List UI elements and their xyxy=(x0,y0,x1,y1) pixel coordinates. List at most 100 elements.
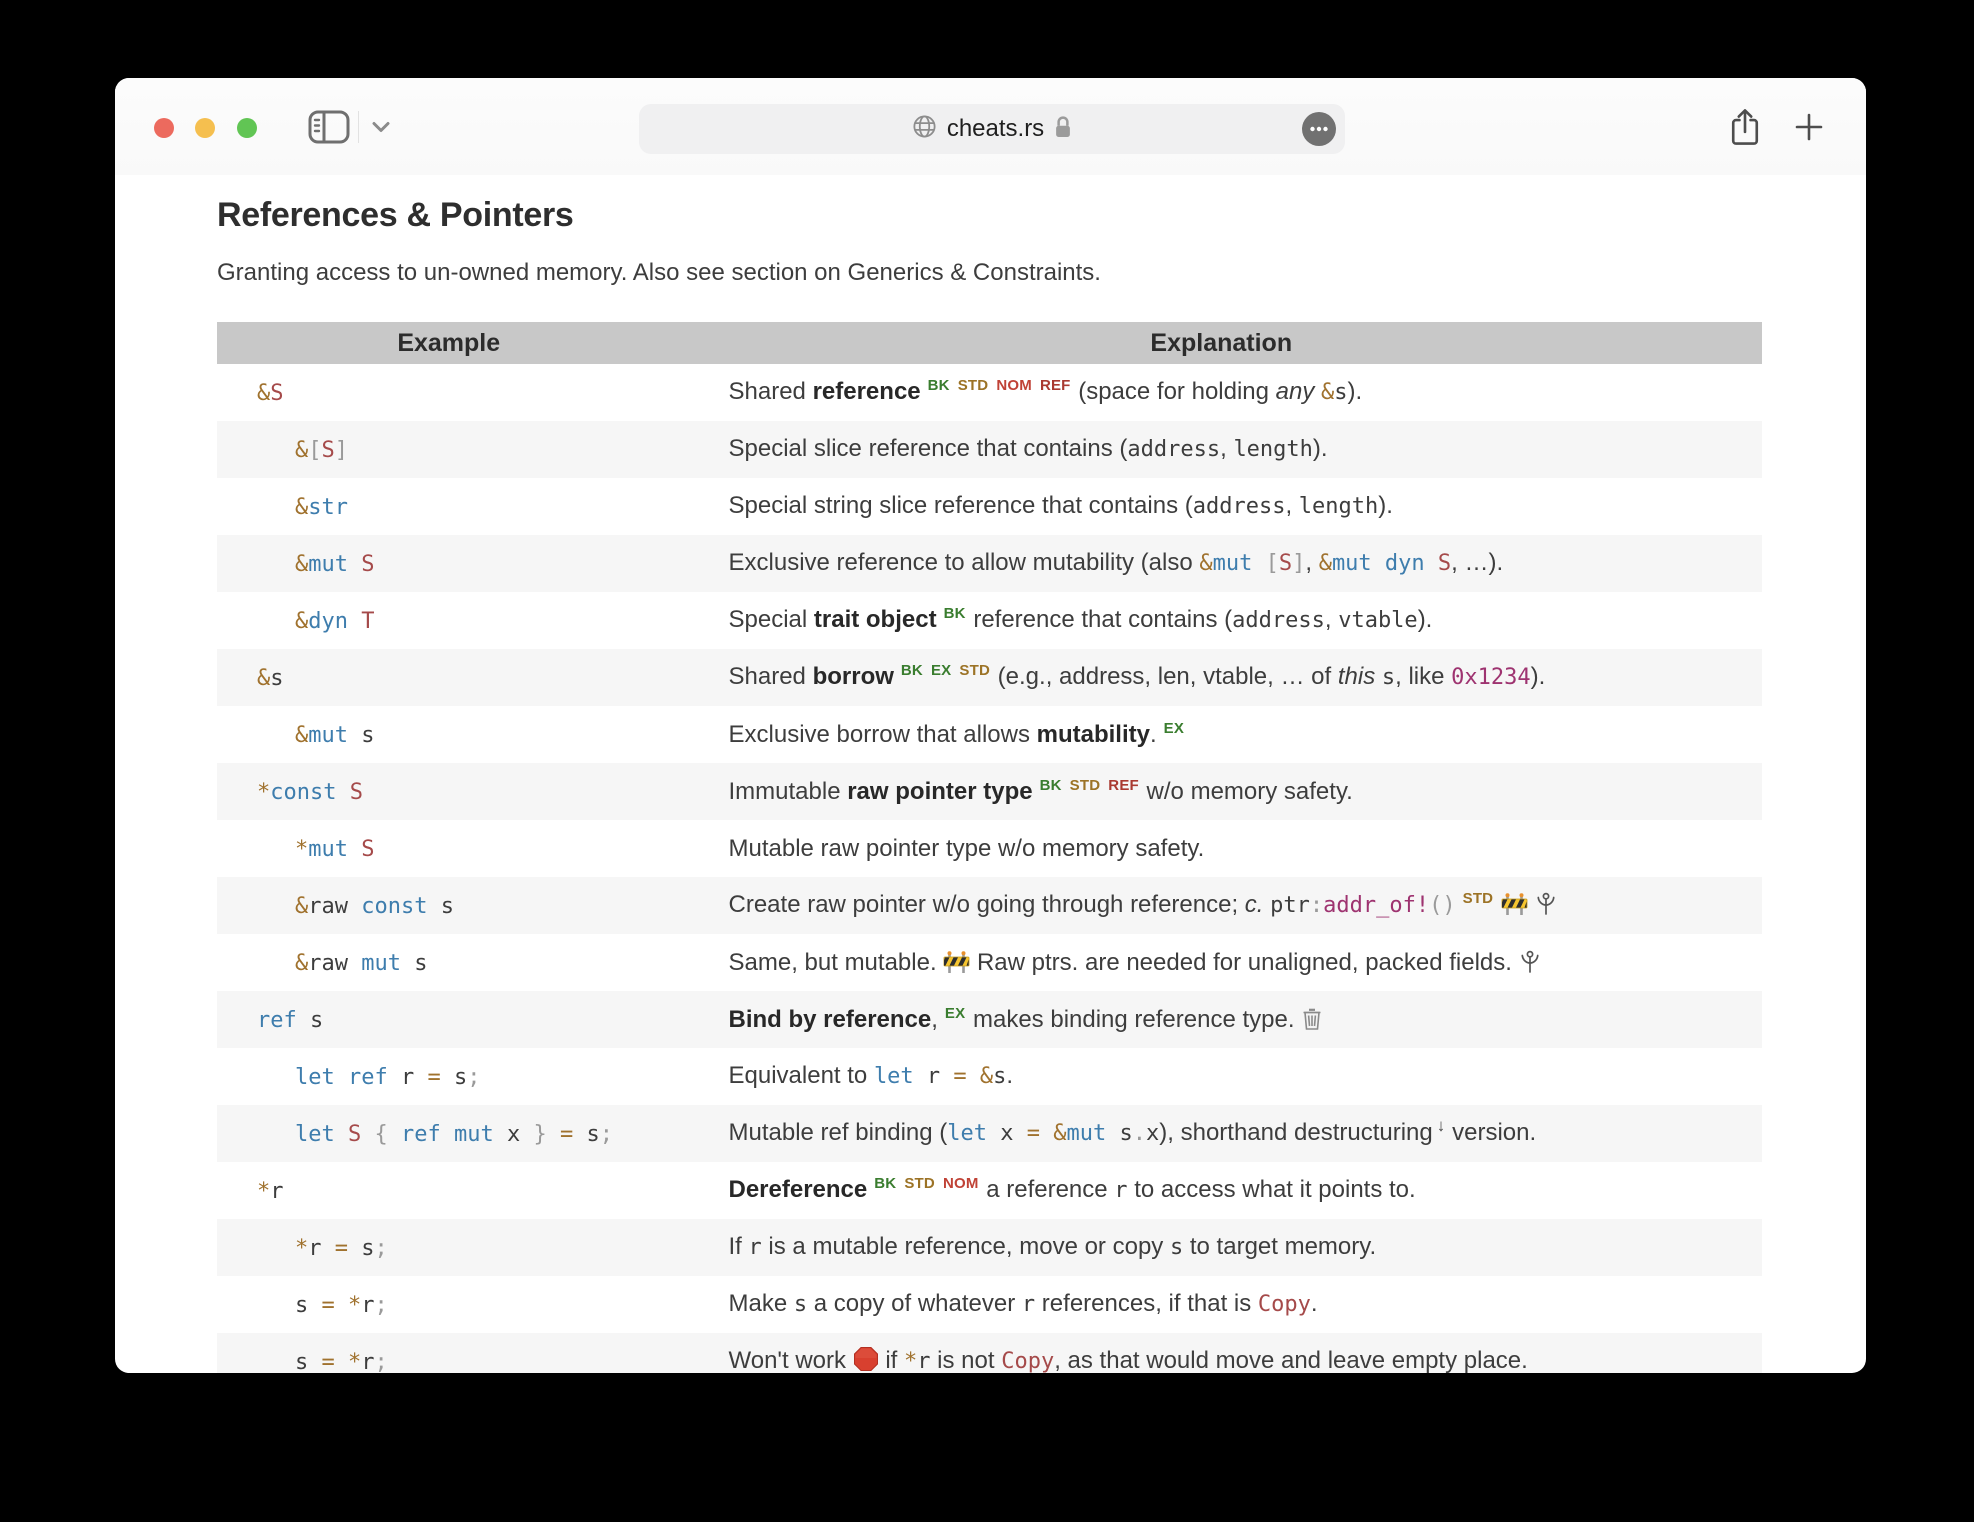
table-row: *r = s; If r is a mutable reference, move… xyxy=(217,1219,1762,1276)
sidebar-icon xyxy=(308,110,350,147)
chevron-down-icon xyxy=(371,121,391,136)
stop-icon xyxy=(853,1346,879,1373)
example-code: s = *r; xyxy=(295,1292,388,1318)
lock-icon xyxy=(1053,114,1073,145)
globe-icon xyxy=(911,113,938,145)
example-code: &mut S xyxy=(217,535,681,592)
browser-toolbar: cheats.rs xyxy=(115,78,1866,175)
table-row: &[S] Special slice reference that contain… xyxy=(217,421,1762,478)
tab-overview-chevron-button[interactable] xyxy=(370,121,392,135)
example-code: &mut s xyxy=(295,722,375,748)
explanation: Shared reference BK STD NOM REF (space for h… xyxy=(728,377,1363,405)
example-code: *r xyxy=(257,1178,284,1204)
column-header-explanation: Explanation xyxy=(680,322,1762,364)
explanation: Shared borrow BK EX STD (e.g., address, len… xyxy=(680,649,1762,706)
ref-link-ex[interactable]: EX xyxy=(931,662,951,679)
explanation: Special trait object BK reference that co… xyxy=(728,605,1433,633)
explanation: Won't work if *r is not Copy, as that wo… xyxy=(680,1333,1762,1373)
ref-link-ref[interactable]: REF xyxy=(1040,377,1071,394)
flower-icon xyxy=(1519,948,1541,978)
table-row: &S Shared reference BK STD NOM REF (space for… xyxy=(217,364,1762,421)
share-icon xyxy=(1727,109,1763,151)
explanation: Special string slice reference that cont… xyxy=(728,492,1393,519)
example-code: let S { ref mut x } = s; xyxy=(217,1105,681,1162)
explanation: Special slice reference that contains (a… xyxy=(680,421,1762,478)
construction-icon xyxy=(943,948,970,978)
table-row: &raw const s Create raw pointer w/o going… xyxy=(217,877,1762,934)
ref-link-bk[interactable]: BK xyxy=(874,1175,896,1192)
sidebar-toggle-button[interactable] xyxy=(308,110,350,144)
construction-icon xyxy=(1501,890,1528,920)
ref-link-bk[interactable]: BK xyxy=(928,377,950,394)
ref-link-std[interactable]: STD xyxy=(1463,890,1494,907)
table-row: let ref r = s; Equivalent to let r = &s. xyxy=(217,1048,1762,1105)
explanation: If r is a mutable reference, move or cop… xyxy=(680,1219,1762,1276)
table-row: &str Special string slice reference that … xyxy=(217,478,1762,535)
table-body: &S Shared reference BK STD NOM REF (space for… xyxy=(217,364,1762,1373)
flower-icon xyxy=(1535,890,1557,920)
table-row: s = *r; Won't work if *r is not Copy, as … xyxy=(217,1333,1762,1373)
explanation: Mutable ref binding (let x = &mut s.x), … xyxy=(680,1105,1762,1162)
table-row: &raw mut s Same, but mutable. Raw ptrs. a… xyxy=(217,934,1762,991)
table-row: &s Shared borrow BK EX STD (e.g., address, l… xyxy=(217,649,1762,706)
ref-link-ex[interactable]: EX xyxy=(945,1005,965,1022)
plus-icon xyxy=(1793,113,1825,146)
example-code: *mut S xyxy=(295,836,375,862)
address-bar[interactable]: cheats.rs xyxy=(639,104,1345,154)
explanation: Immutable raw pointer type BK STD REF w/o m… xyxy=(680,763,1762,820)
ref-link-ref[interactable]: REF xyxy=(1108,777,1139,794)
minimize-window-button[interactable] xyxy=(195,118,215,138)
table-row: *mut S Mutable raw pointer type w/o memor… xyxy=(217,820,1762,877)
ref-link-std[interactable]: STD xyxy=(904,1175,935,1192)
column-header-example: Example xyxy=(217,322,681,364)
table-row: ref s Bind by reference, EX makes binding … xyxy=(217,991,1762,1048)
close-window-button[interactable] xyxy=(154,118,174,138)
ref-link-bk[interactable]: BK xyxy=(944,605,966,622)
url-text: cheats.rs xyxy=(946,115,1045,142)
example-code: &raw mut s xyxy=(295,950,428,976)
example-code: &str xyxy=(295,494,348,520)
table-row: let S { ref mut x } = s; Mutable ref bind… xyxy=(217,1105,1762,1162)
share-button[interactable] xyxy=(1727,106,1763,148)
zoom-window-button[interactable] xyxy=(237,118,257,138)
ref-link-nom[interactable]: NOM xyxy=(943,1175,979,1192)
page-subtitle: Granting access to un-owned memory. Also… xyxy=(217,259,1101,286)
ref-link-nom[interactable]: NOM xyxy=(996,377,1032,394)
ref-link-std[interactable]: STD xyxy=(958,377,989,394)
table-row: &mut s Exclusive borrow that allows mutab… xyxy=(217,706,1762,763)
ref-link-std[interactable]: STD xyxy=(959,662,990,679)
explanation: Create raw pointer w/o going through ref… xyxy=(680,877,1762,934)
table-row: *r Dereference BK STD NOM a reference r to a… xyxy=(217,1162,1762,1219)
example-code: *r = s; xyxy=(217,1219,681,1276)
table-row: s = *r; Make s a copy of whatever r refer… xyxy=(217,1276,1762,1333)
ellipsis-icon xyxy=(1302,112,1336,149)
ref-link-bk[interactable]: BK xyxy=(1040,777,1062,794)
ref-link-bk[interactable]: BK xyxy=(901,662,923,679)
example-code: &s xyxy=(217,649,681,706)
explanation: Mutable raw pointer type w/o memory safe… xyxy=(728,834,1205,862)
example-code: *const S xyxy=(217,763,681,820)
references-pointers-table: Example Explanation &S Shared reference BK… xyxy=(217,322,1762,1373)
example-code: s = *r; xyxy=(217,1333,681,1373)
table-row: *const S Immutable raw pointer type BK STD R… xyxy=(217,763,1762,820)
example-code: let ref r = s; xyxy=(295,1064,481,1090)
explanation: Make s a copy of whatever r references, … xyxy=(728,1290,1318,1317)
table-row: &mut S Exclusive reference to allow mutab… xyxy=(217,535,1762,592)
explanation: Bind by reference, EX makes binding refer… xyxy=(680,991,1762,1048)
explanation: Same, but mutable. Raw ptrs. are needed … xyxy=(681,934,1763,991)
explanation: Equivalent to let r = &s. xyxy=(728,1062,1014,1089)
page-title: References & Pointers xyxy=(217,196,574,234)
trash-icon xyxy=(1301,1005,1323,1035)
ref-link-std[interactable]: STD xyxy=(1070,777,1101,794)
example-code: &[S] xyxy=(217,421,681,478)
new-tab-button[interactable] xyxy=(1793,111,1825,143)
toolbar-divider xyxy=(358,111,359,143)
table-header-row: Example Explanation xyxy=(217,322,1762,364)
page-content: References & Pointers Granting access to… xyxy=(115,195,1866,1373)
example-code: &raw const s xyxy=(217,877,681,934)
example-code: ref s xyxy=(217,991,681,1048)
page-settings-button[interactable] xyxy=(1302,112,1336,146)
explanation: Exclusive borrow that allows mutability.… xyxy=(728,719,1185,748)
explanation: Exclusive reference to allow mutability … xyxy=(680,535,1762,592)
ref-link-ex[interactable]: EX xyxy=(1164,720,1184,737)
